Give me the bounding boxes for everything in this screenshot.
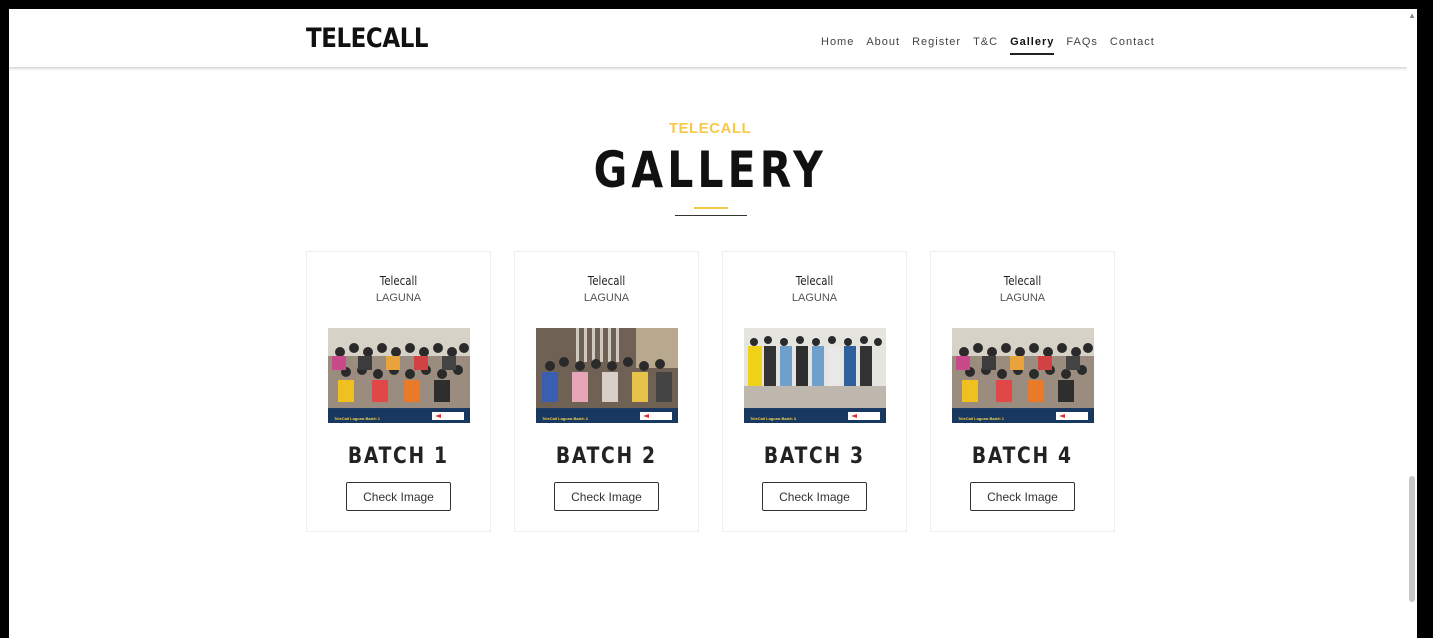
card-title: Telecall xyxy=(379,274,418,288)
photo-caption: TeleCall Laguna Batch 1 xyxy=(958,416,1004,421)
section-title: GALLERY xyxy=(9,145,1411,195)
gallery-card-3: Telecall LAGUNA TeleCall Laguna Batch 3 … xyxy=(722,251,907,532)
telecall-logo-icon xyxy=(1056,412,1088,420)
section-title-text: GALLERY xyxy=(593,141,827,199)
batch-photo[interactable]: TeleCall Laguna Batch 1 xyxy=(952,328,1094,423)
photo-caption: TeleCall Laguna Batch 1 xyxy=(334,416,380,421)
brand-logo[interactable]: TELECALL xyxy=(306,25,429,52)
nav-home[interactable]: Home xyxy=(821,35,854,49)
check-image-button[interactable]: Check Image xyxy=(762,482,867,511)
card-subtitle: LAGUNA xyxy=(375,292,422,304)
nav-gallery[interactable]: Gallery xyxy=(1010,35,1055,55)
card-title: Telecall xyxy=(1003,274,1042,288)
card-subtitle: LAGUNA xyxy=(999,292,1046,304)
check-image-button[interactable]: Check Image xyxy=(346,482,451,511)
telecall-logo-icon xyxy=(432,412,464,420)
batch-label: BATCH 2 xyxy=(515,444,698,469)
photo-caption: TeleCall Laguna Batch 3 xyxy=(750,416,796,421)
batch-photo[interactable]: TeleCall Laguna Batch 2 xyxy=(536,328,678,423)
batch-photo[interactable]: TeleCall Laguna Batch 3 xyxy=(744,328,886,423)
batch-photo[interactable]: TeleCall Laguna Batch 1 xyxy=(328,328,470,423)
nav-tnc[interactable]: T&C xyxy=(973,35,998,49)
card-subtitle: LAGUNA xyxy=(583,292,630,304)
group-photo-image xyxy=(328,328,470,408)
group-photo-image xyxy=(952,328,1094,408)
browser-viewport: TELECALL Home About Register T&C Gallery… xyxy=(9,9,1417,638)
nav-contact[interactable]: Contact xyxy=(1110,35,1155,49)
group-photo-image xyxy=(536,328,678,408)
check-image-button[interactable]: Check Image xyxy=(970,482,1075,511)
title-divider xyxy=(675,207,747,216)
telecall-logo-icon xyxy=(848,412,880,420)
check-image-button[interactable]: Check Image xyxy=(554,482,659,511)
batch-label: BATCH 4 xyxy=(931,444,1114,469)
nav-faqs[interactable]: FAQs xyxy=(1066,35,1098,49)
photo-caption: TeleCall Laguna Batch 2 xyxy=(542,416,588,421)
gallery-card-1: Telecall LAGUNA TeleCall Laguna Batch 1 … xyxy=(306,251,491,532)
section-eyebrow: TELECALL xyxy=(668,120,752,137)
gallery-card-4: Telecall LAGUNA TeleCall Laguna Batch 1 … xyxy=(930,251,1115,532)
batch-label: BATCH 3 xyxy=(723,444,906,469)
group-photo-image xyxy=(744,328,886,408)
batch-label-text: BATCH 4 xyxy=(972,444,1073,469)
card-subtitle: LAGUNA xyxy=(791,292,838,304)
batch-label: BATCH 1 xyxy=(307,444,490,469)
batch-label-text: BATCH 3 xyxy=(764,444,865,469)
vertical-scrollbar[interactable]: ▲ xyxy=(1407,9,1417,638)
card-title: Telecall xyxy=(587,274,626,288)
main-nav: Home About Register T&C Gallery FAQs Con… xyxy=(821,35,1155,55)
scrollbar-thumb[interactable] xyxy=(1409,476,1415,602)
gallery-card-2: Telecall LAGUNA TeleCall Laguna Batch 2 … xyxy=(514,251,699,532)
card-title: Telecall xyxy=(795,274,834,288)
top-navbar: TELECALL Home About Register T&C Gallery… xyxy=(9,9,1407,68)
scroll-up-arrow-icon[interactable]: ▲ xyxy=(1408,11,1416,20)
batch-label-text: BATCH 1 xyxy=(348,444,449,469)
batch-label-text: BATCH 2 xyxy=(556,444,657,469)
nav-about[interactable]: About xyxy=(866,35,900,49)
nav-register[interactable]: Register xyxy=(912,35,961,49)
telecall-logo-icon xyxy=(640,412,672,420)
